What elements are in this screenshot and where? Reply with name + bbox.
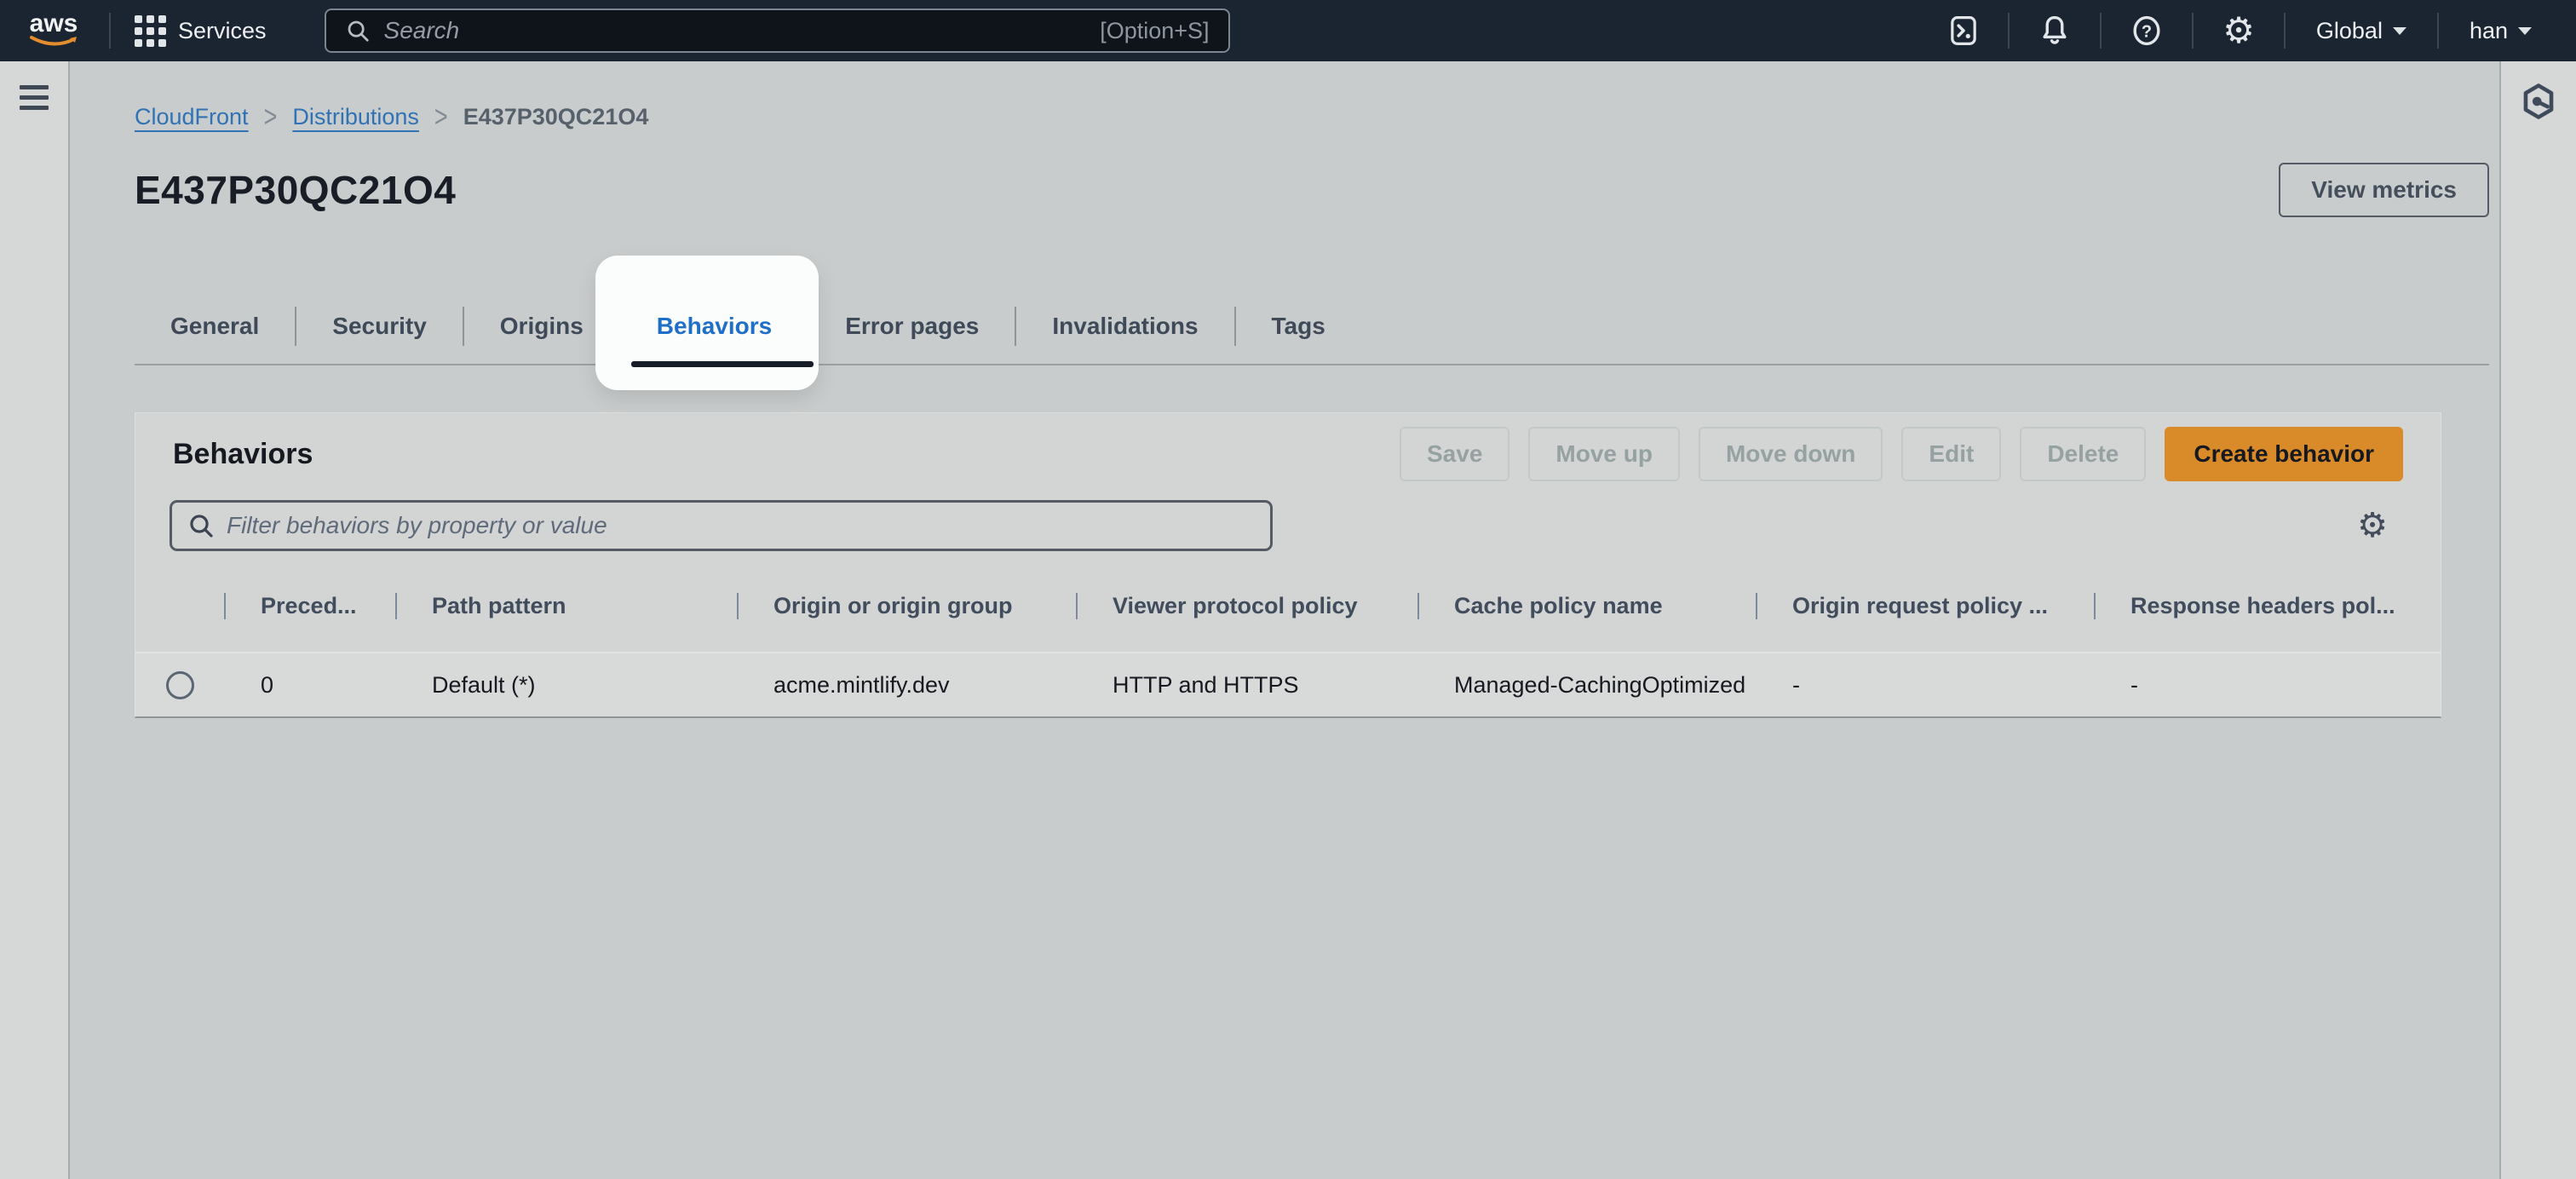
search-icon <box>345 18 371 43</box>
tab-general[interactable]: General <box>135 289 295 364</box>
move-up-button[interactable]: Move up <box>1528 427 1680 481</box>
column-header-response-headers-policy: Response headers pol... <box>2094 593 2441 619</box>
edit-button[interactable]: Edit <box>1901 427 2001 481</box>
breadcrumb-chevron-icon: > <box>434 100 448 134</box>
nav-divider <box>2284 13 2286 49</box>
view-metrics-button[interactable]: View metrics <box>2279 163 2489 217</box>
search-icon <box>187 512 215 539</box>
top-navigation-bar: aws Services [Option+S] <box>0 0 2576 61</box>
nav-divider <box>2008 13 2010 49</box>
column-header-origin: Origin or origin group <box>737 593 1076 619</box>
table-preferences-gear-icon[interactable]: ⚙ <box>2357 509 2388 543</box>
save-button[interactable]: Save <box>1400 427 1509 481</box>
account-label: han <box>2470 18 2508 44</box>
help-question-icon: ? <box>2130 14 2163 48</box>
delete-button[interactable]: Delete <box>2020 427 2146 481</box>
table-row: 0 Default (*) acme.mintlify.dev HTTP and… <box>135 652 2441 716</box>
gear-icon: ⚙ <box>2222 13 2255 49</box>
row-select-cell <box>135 671 224 699</box>
aws-logo[interactable]: aws <box>29 13 78 49</box>
cell-origin-request-policy: - <box>1756 672 2094 699</box>
nav-divider <box>2100 13 2102 49</box>
cell-response-headers-policy: - <box>2094 672 2441 699</box>
column-header-origin-request-policy: Origin request policy ... <box>1756 593 2094 619</box>
cell-precedence: 0 <box>224 672 395 699</box>
nav-right-group: ? ⚙ Global han <box>1928 0 2554 61</box>
services-label: Services <box>178 18 267 44</box>
filter-behaviors-input[interactable] <box>227 512 1255 539</box>
bell-icon <box>2038 14 2071 48</box>
region-label: Global <box>2316 18 2383 44</box>
help-button[interactable]: ? <box>2110 0 2183 61</box>
move-down-button[interactable]: Move down <box>1699 427 1883 481</box>
tab-bar: General Security Origins Behaviors Error… <box>135 289 2489 365</box>
breadcrumb-cloudfront-link[interactable]: CloudFront <box>135 104 249 130</box>
cell-cache-policy-name: Managed-CachingOptimized <box>1417 672 1756 699</box>
page-title: E437P30QC21O4 <box>135 167 456 213</box>
column-header-cache-policy-name: Cache policy name <box>1417 593 1756 619</box>
search-input[interactable] <box>384 17 1087 44</box>
nav-divider <box>2192 13 2194 49</box>
column-header-viewer-protocol-policy: Viewer protocol policy <box>1076 593 1417 619</box>
filter-row: ⚙ <box>170 500 2400 551</box>
tab-invalidations[interactable]: Invalidations <box>1016 289 1233 364</box>
cell-path-pattern: Default (*) <box>395 672 737 699</box>
tab-tags[interactable]: Tags <box>1236 289 1361 364</box>
column-header-path-pattern: Path pattern <box>395 593 737 619</box>
panel-title: Behaviors <box>173 438 313 471</box>
tab-security[interactable]: Security <box>296 289 463 364</box>
behaviors-panel-header: Behaviors Save Move up Move down Edit De… <box>173 427 2403 481</box>
region-selector[interactable]: Global <box>2294 0 2429 61</box>
svg-text:?: ? <box>2142 23 2152 42</box>
resource-hexagon-icon[interactable] <box>2520 82 2557 121</box>
left-rail <box>0 61 70 1179</box>
aws-smile-icon <box>29 35 78 49</box>
cloudshell-button[interactable] <box>1928 0 1999 61</box>
panel-action-buttons: Save Move up Move down Edit Delete Creat… <box>1400 427 2403 481</box>
behaviors-panel: Behaviors Save Move up Move down Edit De… <box>135 412 2441 718</box>
chevron-down-icon <box>2518 27 2532 35</box>
cloudshell-terminal-icon <box>1948 14 1979 47</box>
nav-divider <box>109 13 111 49</box>
active-tab-underline <box>631 361 814 367</box>
page-header: E437P30QC21O4 View metrics <box>135 163 2489 217</box>
breadcrumb-chevron-icon: > <box>264 100 278 134</box>
column-header-precedence: Preced... <box>224 593 395 619</box>
services-grid-icon <box>135 15 166 47</box>
account-menu[interactable]: han <box>2447 0 2554 61</box>
breadcrumb-distributions-link[interactable]: Distributions <box>292 104 419 130</box>
app-frame: CloudFront > Distributions > E437P30QC21… <box>0 61 2576 1179</box>
behaviors-table: Preced... Path pattern Origin or origin … <box>135 582 2441 716</box>
filter-input-container[interactable] <box>170 500 1273 551</box>
breadcrumb: CloudFront > Distributions > E437P30QC21… <box>135 104 2489 130</box>
main-content: CloudFront > Distributions > E437P30QC21… <box>70 61 2499 1179</box>
create-behavior-button[interactable]: Create behavior <box>2165 427 2403 481</box>
search-shortcut-hint: [Option+S] <box>1100 18 1209 44</box>
tab-error-pages[interactable]: Error pages <box>809 289 1015 364</box>
cell-origin: acme.mintlify.dev <box>737 672 1076 699</box>
global-search-bar[interactable]: [Option+S] <box>325 9 1230 53</box>
settings-button[interactable]: ⚙ <box>2202 0 2275 61</box>
tab-behaviors-label: Behaviors <box>657 313 772 340</box>
chevron-down-icon <box>2393 27 2406 35</box>
tab-behaviors[interactable]: Behaviors <box>621 289 808 364</box>
cell-viewer-protocol-policy: HTTP and HTTPS <box>1076 672 1417 699</box>
nav-divider <box>2437 13 2439 49</box>
services-menu[interactable]: Services <box>119 0 282 61</box>
breadcrumb-current-page: E437P30QC21O4 <box>463 104 649 130</box>
aws-logo-text: aws <box>30 13 78 35</box>
table-header-row: Preced... Path pattern Origin or origin … <box>135 582 2441 630</box>
right-rail <box>2499 61 2576 1179</box>
hamburger-menu-button[interactable] <box>20 85 49 110</box>
row-radio-button[interactable] <box>166 671 194 699</box>
notifications-button[interactable] <box>2018 0 2091 61</box>
